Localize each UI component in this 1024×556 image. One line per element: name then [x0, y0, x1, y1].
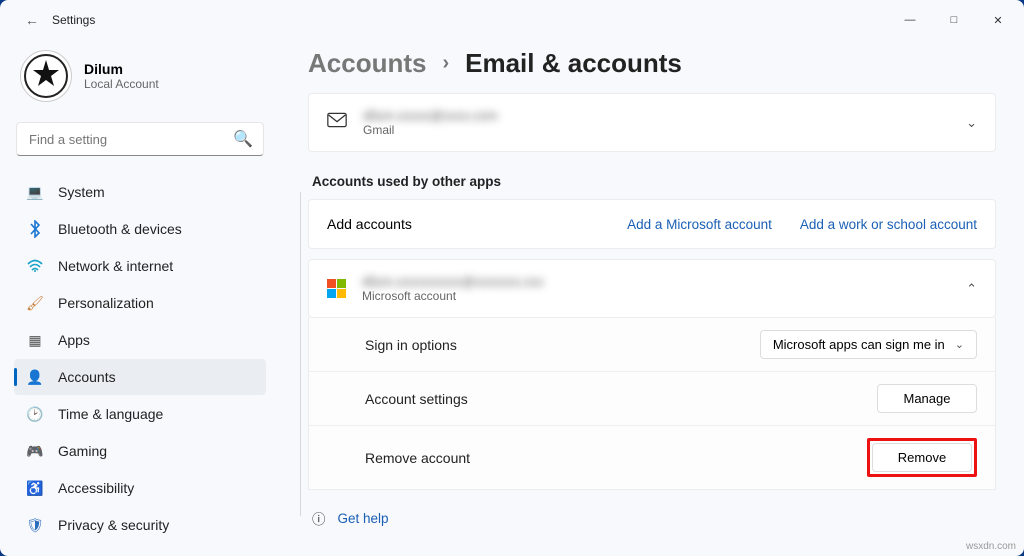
nav-accounts[interactable]: 👤 Accounts — [14, 359, 266, 395]
nav-list: 💻 System Bluetooth & devices Network & in… — [12, 172, 268, 545]
gmail-provider: Gmail — [363, 123, 950, 137]
minimize-button[interactable]: — — [888, 4, 932, 36]
help-icon: ⓘ — [312, 508, 326, 528]
profile-block[interactable]: Dilum Local Account — [12, 40, 268, 118]
nav-system[interactable]: 💻 System — [14, 174, 266, 210]
account-settings-label: Account settings — [365, 391, 877, 407]
microsoft-account-card[interactable]: dilum.xxxxxxxxxx@xxxxxxx.xxx Microsoft a… — [308, 259, 996, 318]
search-input[interactable] — [27, 131, 233, 148]
nav-label: Personalization — [58, 295, 154, 311]
maximize-button[interactable]: □ — [932, 4, 976, 36]
remove-account-label: Remove account — [365, 450, 867, 466]
nav-label: Accounts — [58, 369, 116, 385]
search-icon: 🔍 — [233, 129, 253, 149]
clock-icon: 🕑 — [26, 405, 44, 423]
add-work-school-account-link[interactable]: Add a work or school account — [800, 217, 977, 232]
chevron-up-icon[interactable]: ⌃ — [966, 281, 977, 297]
signin-options-row: Sign in options Microsoft apps can sign … — [309, 318, 995, 371]
nav-network[interactable]: Network & internet — [14, 248, 266, 284]
nav-label: Network & internet — [58, 258, 173, 274]
avatar — [20, 50, 72, 102]
nav-label: Apps — [58, 332, 90, 348]
ms-provider: Microsoft account — [362, 289, 950, 303]
nav-label: Time & language — [58, 406, 163, 422]
signin-options-label: Sign in options — [365, 337, 760, 353]
nav-label: Accessibility — [58, 480, 134, 496]
window-title: Settings — [52, 13, 95, 27]
nav-privacy[interactable]: 🛡 Privacy & security — [14, 507, 266, 543]
nav-gaming[interactable]: 🎮 Gaming — [14, 433, 266, 469]
apps-icon: ▦ — [26, 331, 44, 349]
profile-name: Dilum — [84, 61, 159, 77]
remove-button[interactable]: Remove — [872, 443, 972, 472]
account-settings-row: Account settings Manage — [309, 371, 995, 425]
section-other-apps-title: Accounts used by other apps — [308, 152, 996, 199]
monitor-icon: 💻 — [26, 183, 44, 201]
brush-icon: 🖌 — [26, 294, 44, 312]
settings-window: ← Settings — □ ✕ Dilum Local Account 🔍 — [0, 0, 1024, 556]
vertical-divider — [300, 192, 301, 516]
nav-label: Bluetooth & devices — [58, 221, 182, 237]
microsoft-logo-icon — [327, 279, 346, 298]
watermark: wsxdn.com — [966, 541, 1016, 552]
add-accounts-card: Add accounts Add a Microsoft account Add… — [308, 199, 996, 249]
remove-account-row: Remove account Remove — [309, 425, 995, 489]
person-icon: 👤 — [26, 368, 44, 386]
chevron-down-icon[interactable]: ⌄ — [966, 115, 977, 131]
gaming-icon: 🎮 — [26, 442, 44, 460]
nav-apps[interactable]: ▦ Apps — [14, 322, 266, 358]
nav-accessibility[interactable]: ♿ Accessibility — [14, 470, 266, 506]
bluetooth-icon — [26, 220, 44, 238]
signin-options-dropdown[interactable]: Microsoft apps can sign me in ⌄ — [760, 330, 977, 359]
chevron-right-icon: › — [442, 52, 449, 75]
get-help-link[interactable]: ⓘ Get help — [308, 490, 996, 546]
manage-button[interactable]: Manage — [877, 384, 977, 413]
nav-bluetooth[interactable]: Bluetooth & devices — [14, 211, 266, 247]
search-box[interactable]: 🔍 — [16, 122, 264, 156]
nav-label: System — [58, 184, 105, 200]
sidebar: Dilum Local Account 🔍 💻 System Bluetooth … — [0, 40, 280, 556]
profile-subtitle: Local Account — [84, 77, 159, 91]
mail-icon — [327, 112, 347, 133]
breadcrumb: Accounts › Email & accounts — [308, 46, 996, 93]
add-microsoft-account-link[interactable]: Add a Microsoft account — [627, 217, 772, 232]
nav-time[interactable]: 🕑 Time & language — [14, 396, 266, 432]
highlight-box: Remove — [867, 438, 977, 477]
main-pane: Accounts › Email & accounts dilum.xxxxx@… — [280, 40, 1024, 556]
gmail-email: dilum.xxxxx@xxxx.com — [363, 108, 950, 123]
nav-personalization[interactable]: 🖌 Personalization — [14, 285, 266, 321]
ms-account-expanded: Sign in options Microsoft apps can sign … — [308, 318, 996, 490]
chevron-down-icon: ⌄ — [955, 338, 964, 351]
nav-label: Gaming — [58, 443, 107, 459]
accessibility-icon: ♿ — [26, 479, 44, 497]
titlebar: ← Settings — □ ✕ — [0, 0, 1024, 40]
back-button[interactable]: ← — [18, 12, 46, 28]
nav-label: Privacy & security — [58, 517, 169, 533]
ms-email: dilum.xxxxxxxxxx@xxxxxxx.xxx — [362, 274, 950, 289]
add-accounts-label: Add accounts — [327, 216, 599, 232]
gmail-account-card[interactable]: dilum.xxxxx@xxxx.com Gmail ⌄ — [308, 93, 996, 152]
signin-options-value: Microsoft apps can sign me in — [773, 337, 945, 352]
get-help-label: Get help — [338, 511, 389, 526]
breadcrumb-root[interactable]: Accounts — [308, 48, 426, 79]
close-button[interactable]: ✕ — [976, 4, 1020, 36]
shield-icon: 🛡 — [26, 516, 44, 534]
wifi-icon — [26, 257, 44, 275]
page-title: Email & accounts — [465, 48, 682, 79]
